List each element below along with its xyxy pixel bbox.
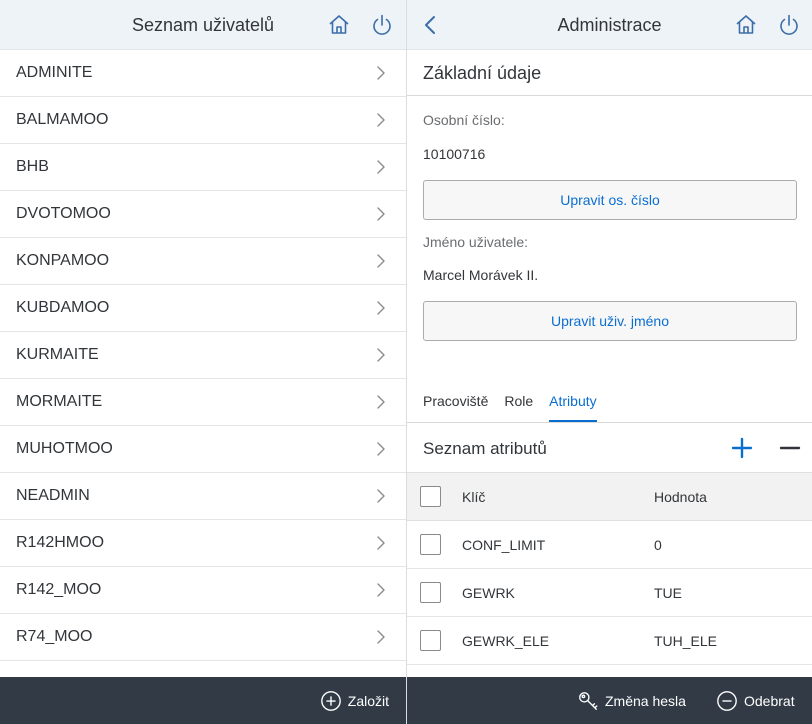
power-icon[interactable] <box>369 12 395 38</box>
chevron-right-icon <box>377 489 385 503</box>
user-list-item[interactable]: KONPAMOO <box>0 238 406 285</box>
plus-icon[interactable] <box>730 436 754 460</box>
user-list-item-label: BHB <box>16 158 49 175</box>
user-list-item[interactable]: MUHOTMOO <box>0 426 406 473</box>
user-list-header: Seznam uživatelů <box>0 0 406 50</box>
cell-key: CONF_LIMIT <box>462 537 546 553</box>
cell-value: TUE <box>654 585 682 601</box>
row-checkbox[interactable] <box>420 582 441 603</box>
attributes-toolbar: Seznam atributů <box>407 424 812 472</box>
chevron-right-icon <box>377 395 385 409</box>
basic-info-title: Základní údaje <box>423 63 542 83</box>
chevron-right-icon <box>377 536 385 550</box>
column-header-value: Hodnota <box>654 489 707 505</box>
chevron-right-icon <box>377 66 385 80</box>
change-password-button[interactable]: Změna hesla <box>577 690 686 712</box>
power-icon[interactable] <box>776 12 802 38</box>
edit-personal-number-button[interactable]: Upravit os. číslo <box>423 180 797 220</box>
personal-number-label: Osobní číslo: <box>423 112 505 128</box>
create-user-button[interactable]: Založit <box>320 690 389 712</box>
remove-user-button[interactable]: Odebrat <box>716 690 795 712</box>
user-list-item[interactable]: R142HMOO <box>0 520 406 567</box>
change-password-label: Změna hesla <box>605 693 686 709</box>
add-circle-icon <box>320 691 341 711</box>
tab-attributes[interactable]: Atributy <box>549 392 598 423</box>
user-list-item-label: ADMINITE <box>16 64 93 81</box>
tab-workplace[interactable]: Pracoviště <box>423 392 488 423</box>
table-row[interactable]: CONF_LIMIT 0 <box>407 521 812 569</box>
column-header-key: Klíč <box>462 489 486 505</box>
select-all-checkbox[interactable] <box>420 486 441 507</box>
minus-icon[interactable] <box>778 436 802 460</box>
key-icon <box>579 692 598 710</box>
home-icon[interactable] <box>326 12 352 38</box>
username-value: Marcel Morávek II. <box>423 267 539 283</box>
row-checkbox[interactable] <box>420 534 441 555</box>
chevron-right-icon <box>377 113 385 127</box>
cell-key: GEWRK_ELE <box>462 633 550 649</box>
user-list-item-label: R74_MOO <box>16 628 93 645</box>
edit-username-button[interactable]: Upravit uživ. jméno <box>423 301 797 341</box>
user-list-item-label: MUHOTMOO <box>16 440 113 457</box>
attributes-table-header: Klíč Hodnota <box>407 472 812 521</box>
chevron-right-icon <box>377 254 385 268</box>
user-list-item-label: NEADMIN <box>16 487 90 504</box>
personal-number-value: 10100716 <box>423 146 486 162</box>
section-divider <box>407 95 812 96</box>
administration-pane: Administrace Základní údaje Osobní číslo… <box>407 0 812 724</box>
tab-role[interactable]: Role <box>504 392 533 423</box>
user-list-item[interactable]: ADMINITE <box>0 50 406 97</box>
user-list-item-label: KURMAITE <box>16 346 99 363</box>
user-list-item-label: R142_MOO <box>16 581 102 598</box>
chevron-right-icon <box>377 630 385 644</box>
table-row[interactable]: GEWRK TUE <box>407 569 812 617</box>
chevron-right-icon <box>377 442 385 456</box>
create-user-label: Založit <box>347 693 389 709</box>
cell-value: 0 <box>654 537 662 553</box>
tabs-divider <box>407 422 812 423</box>
chevron-right-icon <box>377 160 385 174</box>
user-list-pane: Seznam uživatelů ADMINITE BALMAMOO BHB DVOT… <box>0 0 406 724</box>
user-list-item[interactable]: R142_MOO <box>0 567 406 614</box>
attributes-title: Seznam atributů <box>423 439 547 458</box>
row-checkbox[interactable] <box>420 630 441 651</box>
cell-key: GEWRK <box>462 585 515 601</box>
user-list: ADMINITE BALMAMOO BHB DVOTOMOO KONPAMOO KUBDA… <box>0 50 406 661</box>
administration-header: Administrace <box>407 0 812 50</box>
user-list-item[interactable]: NEADMIN <box>0 473 406 520</box>
chevron-right-icon <box>377 301 385 315</box>
chevron-right-icon <box>377 207 385 221</box>
user-list-item-label: KUBDAMOO <box>16 299 110 316</box>
home-icon[interactable] <box>733 12 759 38</box>
user-list-item[interactable]: DVOTOMOO <box>0 191 406 238</box>
user-list-item[interactable]: KURMAITE <box>0 332 406 379</box>
user-list-item-label: MORMAITE <box>16 393 103 410</box>
user-list-item-label: DVOTOMOO <box>16 205 111 222</box>
user-list-item[interactable]: BHB <box>0 144 406 191</box>
user-list-item[interactable]: KUBDAMOO <box>0 285 406 332</box>
administration-footer: Změna hesla Odebrat <box>407 677 812 724</box>
user-list-item[interactable]: R74_MOO <box>0 614 406 661</box>
detail-tabs: Pracoviště Role Atributy <box>423 392 598 423</box>
chevron-right-icon <box>377 348 385 362</box>
user-list-item-label: KONPAMOO <box>16 252 110 269</box>
table-row[interactable]: GEWRK_ELE TUH_ELE <box>407 617 812 665</box>
cell-value: TUH_ELE <box>654 633 718 649</box>
user-list-item-label: BALMAMOO <box>16 111 109 128</box>
user-list-item[interactable]: BALMAMOO <box>0 97 406 144</box>
minus-circle-icon <box>717 691 737 711</box>
user-list-item-label: R142HMOO <box>16 534 105 551</box>
chevron-right-icon <box>377 583 385 597</box>
remove-user-label: Odebrat <box>744 693 795 709</box>
user-list-item[interactable]: MORMAITE <box>0 379 406 426</box>
username-label: Jméno uživatele: <box>423 234 529 250</box>
user-list-footer: Založit <box>0 677 406 724</box>
